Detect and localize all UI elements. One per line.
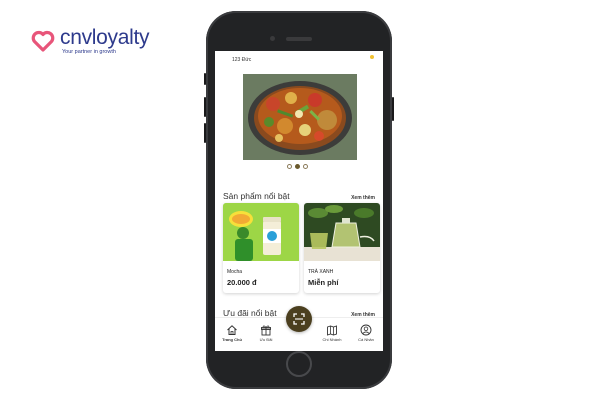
brand-tagline: Your partner in growth: [62, 49, 116, 55]
status-dot: [370, 55, 374, 59]
product-image: [223, 203, 299, 261]
mocha-drink-image: [223, 203, 299, 261]
product-card[interactable]: Mocha 20.000 đ: [223, 203, 299, 293]
green-tea-image: [304, 203, 380, 261]
product-price: Miễn phí: [308, 278, 339, 287]
product-image: [304, 203, 380, 261]
pagination-dot[interactable]: [303, 164, 308, 169]
banner-food-photo: [243, 74, 357, 160]
scan-button[interactable]: [286, 306, 312, 332]
power-button: [392, 97, 394, 121]
nav-item-home[interactable]: Trang Chủ: [217, 324, 247, 342]
banner-image[interactable]: [243, 74, 357, 160]
nav-item-branches[interactable]: Chi Nhánh: [317, 324, 347, 342]
heart-logo-icon: [31, 30, 55, 52]
nav-label-home: Trang Chủ: [222, 337, 242, 342]
brand-logo: cnvloyalty Your partner in growth: [31, 26, 150, 55]
pagination-dot[interactable]: [287, 164, 292, 169]
status-text: 123 Đức: [232, 57, 252, 63]
pagination-dot-active[interactable]: [295, 164, 300, 169]
mute-switch: [204, 73, 206, 85]
home-button[interactable]: [286, 351, 312, 377]
scan-icon: [293, 313, 305, 325]
product-price: 20.000 đ: [227, 278, 257, 287]
gift-icon: [261, 325, 271, 336]
map-icon: [327, 325, 337, 336]
brand-name: cnvloyalty: [60, 26, 150, 49]
brand-text: cnvloyalty Your partner in growth: [60, 26, 150, 55]
nav-item-profile[interactable]: Cá Nhân: [351, 324, 381, 342]
volume-up-button: [204, 97, 206, 117]
front-camera: [270, 36, 275, 41]
nav-label-offers: Ưu Đãi: [259, 337, 273, 342]
featured-products-title: Sản phẩm nổi bật: [223, 191, 290, 201]
user-icon: [360, 324, 372, 336]
earpiece: [286, 37, 312, 41]
featured-products-more-link[interactable]: Xem thêm: [351, 195, 375, 201]
home-icon: [227, 325, 237, 335]
product-name: TRÀ XANH: [308, 269, 334, 275]
app-screen: 123 Đức Sản phẩm nổi bật Xem thêm Mocha …: [215, 51, 383, 351]
featured-products-header: Sản phẩm nổi bật Xem thêm: [223, 191, 375, 201]
volume-down-button: [204, 123, 206, 143]
nav-label-profile: Cá Nhân: [358, 337, 374, 342]
product-name: Mocha: [227, 269, 243, 275]
product-card[interactable]: TRÀ XANH Miễn phí: [304, 203, 380, 293]
banner-pagination: [287, 164, 308, 169]
nav-label-branches: Chi Nhánh: [322, 337, 342, 342]
phone-frame: 123 Đức Sản phẩm nổi bật Xem thêm Mocha …: [204, 11, 394, 389]
nav-item-offers[interactable]: Ưu Đãi: [251, 324, 281, 342]
